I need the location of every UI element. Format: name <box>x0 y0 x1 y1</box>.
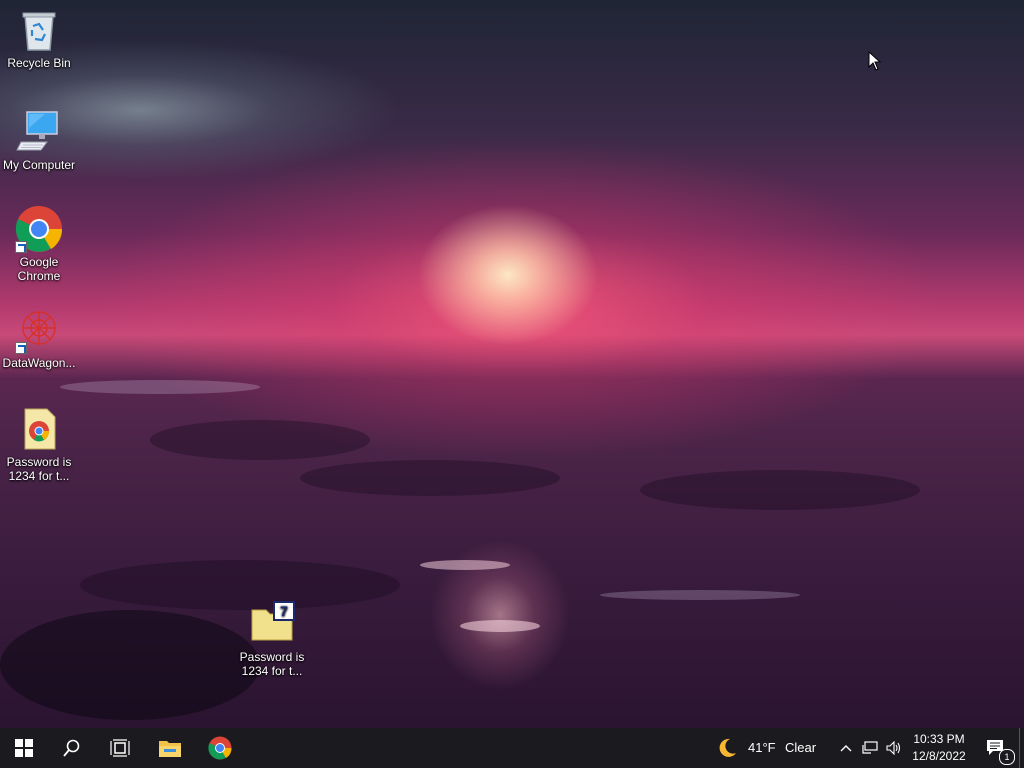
wave-shimmer <box>460 620 540 632</box>
weather-temperature: 41°F <box>748 740 776 755</box>
desktop-icon-label: My Computer <box>2 158 76 172</box>
wave-shadow <box>300 460 560 496</box>
moon-icon <box>719 738 736 757</box>
chevron-up-icon <box>840 745 852 752</box>
weather-condition: Clear <box>785 740 817 755</box>
desktop-icon-password-7z[interactable]: 7 Password is 1234 for t... <box>233 600 311 678</box>
volume-button[interactable] <box>882 728 906 768</box>
chrome-icon <box>208 736 232 760</box>
wave-shimmer <box>600 590 800 600</box>
wave-shadow <box>640 470 920 510</box>
clock-time: 10:33 PM <box>913 732 965 746</box>
7zip-archive-icon: 7 <box>248 600 296 648</box>
task-view-icon <box>110 739 130 757</box>
notification-count-badge: 1 <box>999 749 1015 765</box>
svg-text:7: 7 <box>280 603 288 619</box>
taskbar: 41°F Clear 10:33 PM 12/8/2022 1 <box>0 728 1024 768</box>
clock-date: 12/8/2022 <box>912 749 966 763</box>
desktop-wallpaper: Recycle Bin My Computer Google Chrome Da… <box>0 0 1024 728</box>
mouse-cursor-icon <box>868 50 882 76</box>
chrome-icon <box>15 205 63 253</box>
search-button[interactable] <box>48 728 96 768</box>
network-button[interactable] <box>858 728 882 768</box>
wave-shadow <box>150 420 370 460</box>
desktop-icon-password-archive[interactable]: Password is 1234 for t... <box>0 405 78 483</box>
taskbar-clock[interactable]: 10:33 PM 12/8/2022 <box>906 731 972 765</box>
desktop-icon-label: DataWagon... <box>2 356 76 370</box>
desktop-icon-label: Password is 1234 for t... <box>6 455 72 483</box>
wave-shimmer <box>420 560 510 570</box>
desktop-icon-label: Google Chrome <box>17 255 61 283</box>
network-icon <box>862 741 878 754</box>
shortcut-arrow-icon <box>15 241 27 253</box>
archive-file-icon <box>15 405 63 453</box>
computer-icon <box>15 108 63 156</box>
recycle-bin-icon <box>15 6 63 54</box>
volume-icon <box>886 741 901 755</box>
show-desktop-divider[interactable] <box>1019 728 1020 768</box>
desktop-icon-label: Recycle Bin <box>7 56 71 70</box>
task-view-button[interactable] <box>96 728 144 768</box>
taskbar-chrome[interactable] <box>196 728 244 768</box>
taskbar-file-explorer[interactable] <box>146 728 194 768</box>
datawagon-icon <box>15 306 63 354</box>
desktop-icon-my-computer[interactable]: My Computer <box>0 108 78 172</box>
wave-shadow <box>0 610 260 720</box>
weather-widget[interactable]: 41°F Clear <box>716 736 836 760</box>
windows-logo-icon <box>15 739 33 757</box>
desktop-icon-recycle-bin[interactable]: Recycle Bin <box>0 6 78 70</box>
search-icon <box>63 739 80 757</box>
show-hidden-icons-button[interactable] <box>834 728 858 768</box>
shortcut-arrow-icon <box>15 342 27 354</box>
file-explorer-icon <box>159 741 181 757</box>
desktop-icon-label: Password is 1234 for t... <box>239 650 305 678</box>
desktop-icon-google-chrome[interactable]: Google Chrome <box>0 205 78 283</box>
desktop-icon-datawagon[interactable]: DataWagon... <box>0 306 78 370</box>
wave-shimmer <box>60 380 260 394</box>
start-button[interactable] <box>0 728 48 768</box>
notification-center-button[interactable]: 1 <box>976 728 1016 768</box>
